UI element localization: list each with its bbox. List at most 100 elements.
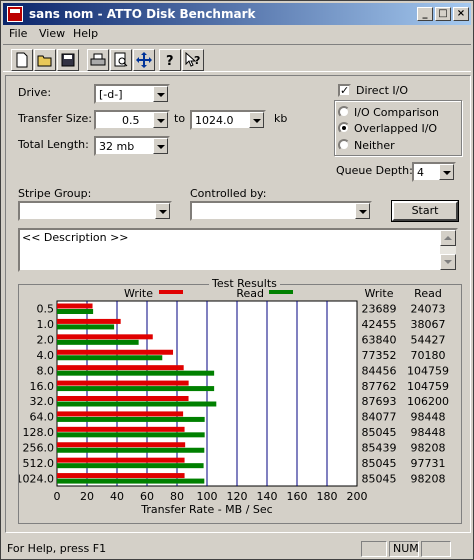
move-icon	[136, 52, 152, 68]
menu-view[interactable]: View	[39, 27, 65, 40]
read-legend-label: Read	[236, 287, 264, 300]
controlled-by-select[interactable]	[190, 201, 372, 221]
drive-select[interactable]: [-d-]	[94, 84, 170, 104]
status-bar: For Help, press F1 NUM	[3, 539, 471, 559]
x-tick-label: 160	[287, 490, 308, 503]
scroll-down-icon[interactable]	[440, 254, 456, 270]
read-bar	[57, 355, 163, 361]
overlapped-io-radio[interactable]	[338, 122, 350, 134]
queue-depth-select[interactable]: 4	[412, 162, 456, 182]
read-bar	[57, 309, 94, 314]
queue-depth-label: Queue Depth:	[336, 164, 413, 177]
print-preview-button[interactable]	[110, 49, 132, 71]
io-comparison-radio[interactable]	[338, 106, 350, 118]
neither-radio[interactable]	[338, 139, 350, 151]
read-value: 54427	[411, 334, 446, 347]
read-value: 24073	[411, 303, 446, 316]
read-bar	[57, 324, 115, 330]
x-tick-label: 200	[347, 490, 368, 503]
description-scrollbar[interactable]	[440, 230, 456, 270]
drive-label: Drive:	[18, 86, 52, 99]
category-label: 16.0	[30, 380, 55, 393]
chevron-down-icon	[355, 203, 370, 219]
window-title: sans nom - ATTO Disk Benchmark	[29, 7, 256, 21]
write-value: 77352	[362, 349, 397, 362]
x-tick-label: 0	[54, 490, 61, 503]
total-length-label: Total Length:	[18, 138, 89, 151]
write-bar	[57, 457, 185, 463]
save-button[interactable]	[57, 49, 79, 71]
write-value: 87693	[362, 395, 397, 408]
read-bar	[57, 478, 205, 484]
transfer-rate-chart: 0.5 1.0 2.0 4.0 8.0 16.0 32.0 64.0 128.0 256.0 512…	[19, 287, 449, 516]
x-tick-label: 140	[257, 490, 278, 503]
read-bar	[57, 416, 205, 422]
read-value: 98208	[411, 472, 446, 485]
direct-io-label: Direct I/O	[356, 84, 409, 97]
category-label: 8.0	[37, 364, 55, 377]
description-field[interactable]: << Description >>	[18, 228, 458, 272]
category-label: 0.5	[37, 303, 55, 316]
scroll-up-icon[interactable]	[440, 230, 456, 246]
maximize-button[interactable]: □	[435, 7, 451, 21]
category-label: 2.0	[37, 334, 55, 347]
start-button[interactable]: Start	[391, 200, 459, 222]
x-tick-label: 120	[227, 490, 248, 503]
read-value: 98448	[411, 426, 446, 439]
direct-io-checkbox[interactable]: ✓	[338, 84, 351, 97]
write-bar	[57, 380, 189, 386]
write-value: 84456	[362, 364, 397, 377]
menu-help[interactable]: Help	[73, 27, 98, 40]
category-label: 1024.0	[19, 472, 54, 485]
write-value: 23689	[362, 303, 397, 316]
write-bar	[57, 426, 185, 432]
write-column-header: Write	[364, 287, 393, 300]
category-label: 256.0	[23, 441, 55, 454]
read-bar	[57, 370, 215, 376]
print-button[interactable]	[87, 49, 109, 71]
svg-text:?: ?	[194, 54, 200, 67]
x-tick-label: 20	[80, 490, 94, 503]
print-icon	[90, 53, 106, 66]
overlapped-io-label: Overlapped I/O	[354, 122, 438, 135]
minimize-button[interactable]: _	[417, 7, 433, 21]
transfer-to-select[interactable]: 1024.0	[190, 110, 266, 130]
move-button[interactable]	[133, 49, 155, 71]
kb-label: kb	[274, 112, 288, 125]
read-bar	[57, 401, 217, 407]
open-button[interactable]	[34, 49, 56, 71]
chevron-down-icon	[155, 203, 170, 219]
write-bar	[57, 396, 189, 401]
title-bar[interactable]: sans nom - ATTO Disk Benchmark _ □ ×	[3, 3, 471, 25]
context-help-icon: ?	[185, 52, 200, 67]
context-help-button[interactable]: ?	[182, 49, 204, 71]
help-icon: ?	[166, 54, 174, 68]
total-length-select[interactable]: 32 mb	[94, 136, 170, 156]
menu-file[interactable]: File	[9, 27, 27, 40]
write-bar	[57, 349, 174, 355]
new-button[interactable]	[11, 49, 33, 71]
write-bar	[57, 442, 186, 448]
help-button[interactable]: ?	[159, 49, 181, 71]
write-value: 85045	[362, 472, 397, 485]
write-bar	[57, 365, 184, 371]
transfer-from-select[interactable]: 0.5	[94, 110, 170, 130]
menu-bar: File View Help	[3, 25, 471, 43]
read-value: 104759	[407, 364, 449, 377]
settings-panel: Drive: [-d-] Transfer Size: 0.5 to 1024.…	[5, 75, 471, 533]
write-value: 85045	[362, 457, 397, 470]
open-icon	[37, 55, 52, 67]
new-icon	[16, 52, 28, 68]
status-scroll	[421, 541, 451, 557]
category-label: 512.0	[23, 457, 55, 470]
write-bar	[57, 318, 121, 324]
close-button[interactable]: ×	[453, 7, 469, 21]
stripe-group-select[interactable]	[18, 201, 172, 221]
read-value: 104759	[407, 380, 449, 393]
write-legend-label: Write	[124, 287, 153, 300]
category-label: 32.0	[30, 395, 55, 408]
write-bar	[57, 334, 153, 340]
chevron-down-icon	[153, 112, 168, 128]
read-value: 98208	[411, 441, 446, 454]
stripe-group-label: Stripe Group:	[18, 187, 92, 200]
